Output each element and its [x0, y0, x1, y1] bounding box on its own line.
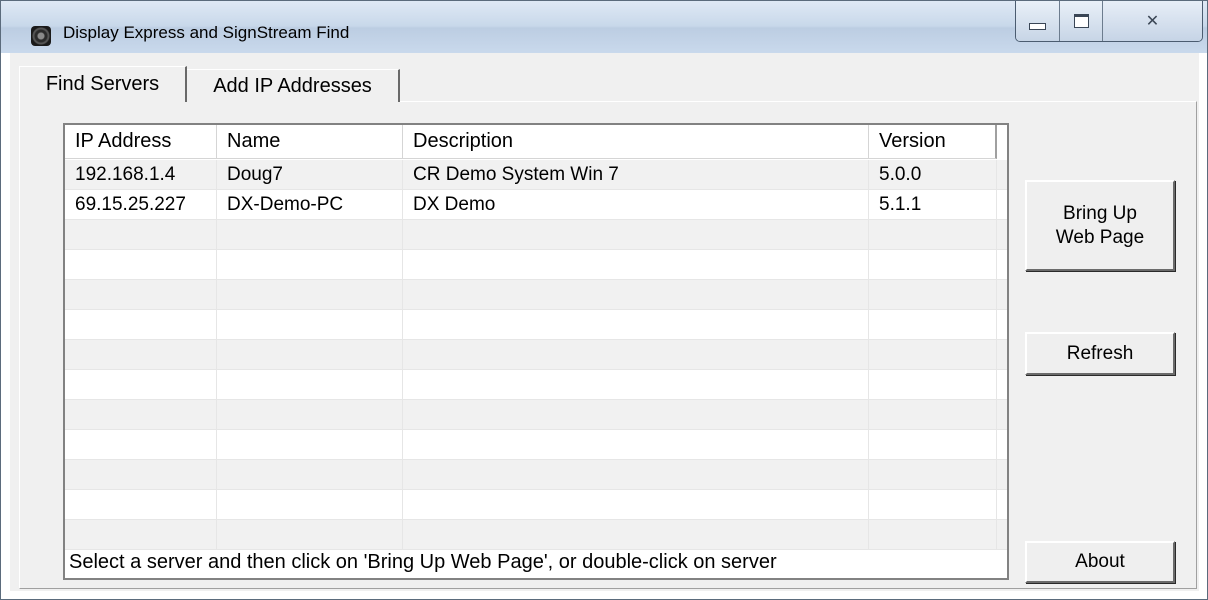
tab-add-ip-addresses[interactable]: Add IP Addresses — [187, 69, 400, 102]
list-rows: 192.168.1.4 Doug7 CR Demo System Win 7 5… — [65, 160, 1007, 550]
cell-ip-address: 69.15.25.227 — [65, 190, 217, 220]
window-title: Display Express and SignStream Find — [63, 23, 350, 42]
tab-find-servers[interactable]: Find Servers — [19, 66, 187, 102]
maximize-button[interactable] — [1060, 1, 1103, 41]
app-window: Display Express and SignStream Find ✕ Fi… — [0, 0, 1208, 600]
cell-description: CR Demo System Win 7 — [403, 160, 869, 190]
empty-row — [65, 250, 1007, 280]
about-button[interactable]: About — [1025, 541, 1175, 583]
empty-row — [65, 310, 1007, 340]
instruction-text: Select a server and then click on 'Bring… — [69, 551, 777, 573]
empty-row — [65, 220, 1007, 250]
minimize-icon — [1029, 22, 1046, 30]
empty-row — [65, 370, 1007, 400]
empty-row — [65, 430, 1007, 460]
cell-description: DX Demo — [403, 190, 869, 220]
close-icon: ✕ — [1145, 13, 1160, 30]
refresh-button[interactable]: Refresh — [1025, 332, 1175, 375]
cell-name: DX-Demo-PC — [217, 190, 403, 220]
maximize-icon — [1073, 14, 1089, 28]
minimize-button[interactable] — [1016, 1, 1060, 41]
cell-version: 5.0.0 — [869, 160, 997, 190]
table-row[interactable]: 192.168.1.4 Doug7 CR Demo System Win 7 5… — [65, 160, 1007, 190]
empty-row — [65, 490, 1007, 520]
column-header-ip-address[interactable]: IP Address — [65, 125, 217, 159]
table-row[interactable]: 69.15.25.227 DX-Demo-PC DX Demo 5.1.1 — [65, 190, 1007, 220]
close-button[interactable]: ✕ — [1103, 1, 1202, 41]
empty-row — [65, 400, 1007, 430]
empty-row — [65, 340, 1007, 370]
list-header: IP Address Name Description Version — [65, 125, 997, 159]
dialog-body: Find Servers Add IP Addresses IP Address… — [10, 53, 1199, 591]
server-list[interactable]: IP Address Name Description Version 192.… — [63, 123, 1009, 580]
window-controls: ✕ — [1015, 1, 1203, 42]
cell-name: Doug7 — [217, 160, 403, 190]
empty-row — [65, 280, 1007, 310]
empty-row — [65, 460, 1007, 490]
app-icon[interactable] — [31, 26, 51, 46]
bring-up-web-page-button[interactable]: Bring Up Web Page — [1025, 180, 1175, 271]
column-header-description[interactable]: Description — [403, 125, 869, 159]
title-bar[interactable]: Display Express and SignStream Find ✕ — [1, 1, 1207, 53]
column-header-name[interactable]: Name — [217, 125, 403, 159]
empty-row — [65, 520, 1007, 550]
cell-version: 5.1.1 — [869, 190, 997, 220]
cell-ip-address: 192.168.1.4 — [65, 160, 217, 190]
column-header-version[interactable]: Version — [869, 125, 997, 159]
bring-up-label: Bring Up Web Page — [1055, 202, 1145, 248]
